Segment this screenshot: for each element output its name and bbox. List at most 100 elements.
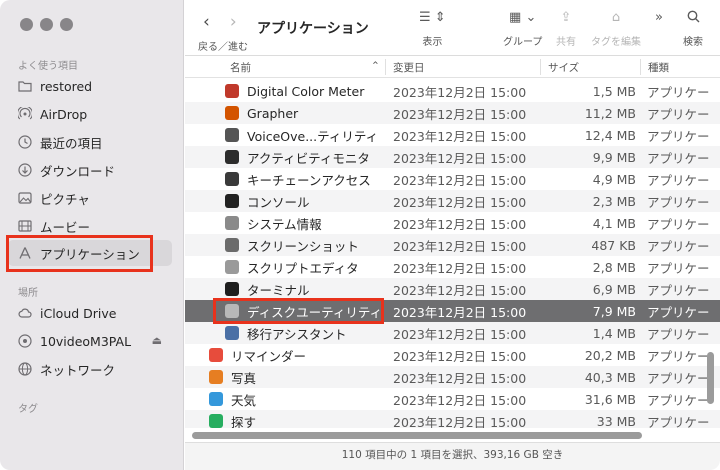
clock-icon bbox=[18, 135, 32, 149]
file-name-label: スクリプトエディタ bbox=[247, 260, 359, 276]
file-name-label: コンソール bbox=[247, 194, 310, 210]
column-name[interactable]: 名前 bbox=[230, 60, 251, 75]
table-row[interactable]: リマインダー 2023年12月2日 15:00 20,2 MB アプリケー bbox=[185, 344, 720, 366]
file-name-label: キーチェーンアクセス bbox=[247, 172, 371, 188]
file-name: ディスクユーティリティ bbox=[225, 302, 382, 321]
sidebar-item-disk[interactable]: 10videoM3PAL ⏏ bbox=[8, 328, 172, 354]
file-kind: アプリケー bbox=[647, 282, 710, 298]
sidebar-item-icloud-drive[interactable]: iCloud Drive bbox=[8, 300, 172, 326]
file-size: 33 MB bbox=[596, 413, 636, 429]
nav-buttons: ‹ › bbox=[203, 12, 237, 32]
forward-chevron-icon[interactable]: › bbox=[230, 12, 237, 32]
table-row[interactable]: システム情報 2023年12月2日 15:00 4,1 MB アプリケー bbox=[185, 212, 720, 234]
app-icon bbox=[225, 238, 239, 252]
file-name: 写真 bbox=[209, 368, 256, 387]
zoom-button[interactable] bbox=[60, 18, 73, 31]
sidebar-item-airdrop[interactable]: AirDrop bbox=[8, 101, 172, 127]
file-kind: アプリケー bbox=[647, 106, 710, 122]
app-icon bbox=[225, 260, 239, 274]
sidebar-item-downloads[interactable]: ダウンロード bbox=[8, 157, 172, 183]
sidebar: よく使う項目 restored AirDrop 最近の項目 ダウンロード ピクチ… bbox=[0, 0, 184, 470]
table-row[interactable]: Grapher 2023年12月2日 15:00 11,2 MB アプリケー bbox=[185, 102, 720, 124]
file-date: 2023年12月2日 15:00 bbox=[393, 414, 527, 429]
file-size: 12,4 MB bbox=[584, 127, 636, 143]
table-row[interactable]: アクティビティモニタ 2023年12月2日 15:00 9,9 MB アプリケー bbox=[185, 146, 720, 168]
file-name: ターミナル bbox=[225, 280, 310, 299]
app-icon bbox=[225, 304, 239, 318]
film-icon bbox=[18, 219, 32, 233]
sidebar-item-label: ムービー bbox=[40, 219, 91, 235]
table-row[interactable]: スクリーンショット 2023年12月2日 15:00 487 KB アプリケー bbox=[185, 234, 720, 256]
file-date: 2023年12月2日 15:00 bbox=[393, 84, 527, 100]
sidebar-item-label: 最近の項目 bbox=[40, 135, 103, 151]
vertical-scrollbar[interactable] bbox=[707, 352, 714, 404]
eject-icon[interactable]: ⏏ bbox=[152, 334, 162, 347]
app-icon bbox=[225, 150, 239, 164]
file-name: コンソール bbox=[225, 192, 310, 211]
table-row[interactable]: ターミナル 2023年12月2日 15:00 6,9 MB アプリケー bbox=[185, 278, 720, 300]
picture-icon bbox=[18, 191, 32, 205]
file-date: 2023年12月2日 15:00 bbox=[393, 282, 527, 298]
file-date: 2023年12月2日 15:00 bbox=[393, 194, 527, 210]
table-row[interactable]: キーチェーンアクセス 2023年12月2日 15:00 4,9 MB アプリケー bbox=[185, 168, 720, 190]
edit-tags-button[interactable]: ⌂ タグを編集 bbox=[591, 10, 641, 48]
table-row[interactable]: Digital Color Meter 2023年12月2日 15:00 1,5 M… bbox=[185, 80, 720, 102]
app-icon bbox=[225, 326, 239, 340]
file-date: 2023年12月2日 15:00 bbox=[393, 106, 527, 122]
file-date: 2023年12月2日 15:00 bbox=[393, 216, 527, 232]
table-row[interactable]: スクリプトエディタ 2023年12月2日 15:00 2,8 MB アプリケー bbox=[185, 256, 720, 278]
back-chevron-icon[interactable]: ‹ bbox=[203, 12, 210, 32]
file-kind: アプリケー bbox=[647, 260, 710, 276]
status-bar: 110 項目中の 1 項目を選択、393,16 GB 空き bbox=[185, 442, 720, 470]
toolbar: ‹ › 戻る／進む アプリケーション ☰ ⇕ 表示 ▦ ⌄ グループ ⇪ 共有 … bbox=[185, 0, 720, 56]
folder-icon bbox=[18, 79, 32, 93]
horizontal-scrollbar[interactable] bbox=[192, 432, 642, 439]
sidebar-item-applications[interactable]: アプリケーション bbox=[8, 240, 172, 266]
file-kind: アプリケー bbox=[647, 194, 710, 210]
table-row[interactable]: コンソール 2023年12月2日 15:00 2,3 MB アプリケー bbox=[185, 190, 720, 212]
app-icon bbox=[225, 106, 239, 120]
file-date: 2023年12月2日 15:00 bbox=[393, 172, 527, 188]
file-name: アクティビティモニタ bbox=[225, 148, 370, 167]
more-button[interactable]: » bbox=[655, 10, 663, 25]
sidebar-item-recents[interactable]: 最近の項目 bbox=[8, 129, 172, 155]
sidebar-item-label: iCloud Drive bbox=[40, 305, 117, 321]
file-date: 2023年12月2日 15:00 bbox=[393, 238, 527, 254]
file-size: 1,5 MB bbox=[592, 83, 636, 99]
file-kind: アプリケー bbox=[647, 348, 710, 364]
file-size: 487 KB bbox=[591, 237, 636, 253]
sort-chevron-icon[interactable]: ⌃ bbox=[371, 60, 380, 72]
column-modified[interactable]: 変更日 bbox=[393, 60, 425, 75]
file-kind: アプリケー bbox=[647, 150, 710, 166]
share-button[interactable]: ⇪ 共有 bbox=[556, 10, 576, 48]
app-icon bbox=[225, 128, 239, 142]
app-icon bbox=[209, 392, 223, 406]
column-size[interactable]: サイズ bbox=[548, 60, 579, 75]
table-row[interactable]: 写真 2023年12月2日 15:00 40,3 MB アプリケー bbox=[185, 366, 720, 388]
close-button[interactable] bbox=[20, 18, 33, 31]
disk-icon bbox=[18, 334, 32, 348]
sidebar-item-network[interactable]: ネットワーク bbox=[8, 356, 172, 382]
minimize-button[interactable] bbox=[40, 18, 53, 31]
app-icon bbox=[225, 172, 239, 186]
table-row[interactable]: 探す 2023年12月2日 15:00 33 MB アプリケー bbox=[185, 410, 720, 428]
table-row[interactable]: ディスクユーティリティ 2023年12月2日 15:00 7,9 MB アプリケー bbox=[185, 300, 720, 322]
locations-heading: 場所 bbox=[18, 288, 38, 299]
sidebar-item-movies[interactable]: ムービー bbox=[8, 213, 172, 239]
column-kind[interactable]: 種類 bbox=[648, 60, 669, 75]
file-kind: アプリケー bbox=[647, 370, 710, 386]
sidebar-item-restored[interactable]: restored bbox=[8, 73, 172, 99]
search-button[interactable]: 検索 bbox=[683, 10, 703, 48]
list-view-icon: ☰ ⇕ bbox=[419, 10, 446, 25]
sidebar-item-pictures[interactable]: ピクチャ bbox=[8, 185, 172, 211]
table-row[interactable]: VoiceOve...ティリティ 2023年12月2日 15:00 12,4 MB ア… bbox=[185, 124, 720, 146]
file-name: スクリプトエディタ bbox=[225, 258, 359, 277]
file-name: 移行アシスタント bbox=[225, 324, 347, 343]
file-size: 40,3 MB bbox=[584, 369, 636, 385]
view-button[interactable]: ☰ ⇕ 表示 bbox=[419, 10, 446, 48]
table-row[interactable]: 天気 2023年12月2日 15:00 31,6 MB アプリケー bbox=[185, 388, 720, 410]
table-row[interactable]: 移行アシスタント 2023年12月2日 15:00 1,4 MB アプリケー bbox=[185, 322, 720, 344]
group-button[interactable]: ▦ ⌄ グループ bbox=[503, 10, 542, 48]
file-name: 探す bbox=[209, 412, 256, 428]
file-date: 2023年12月2日 15:00 bbox=[393, 370, 527, 386]
